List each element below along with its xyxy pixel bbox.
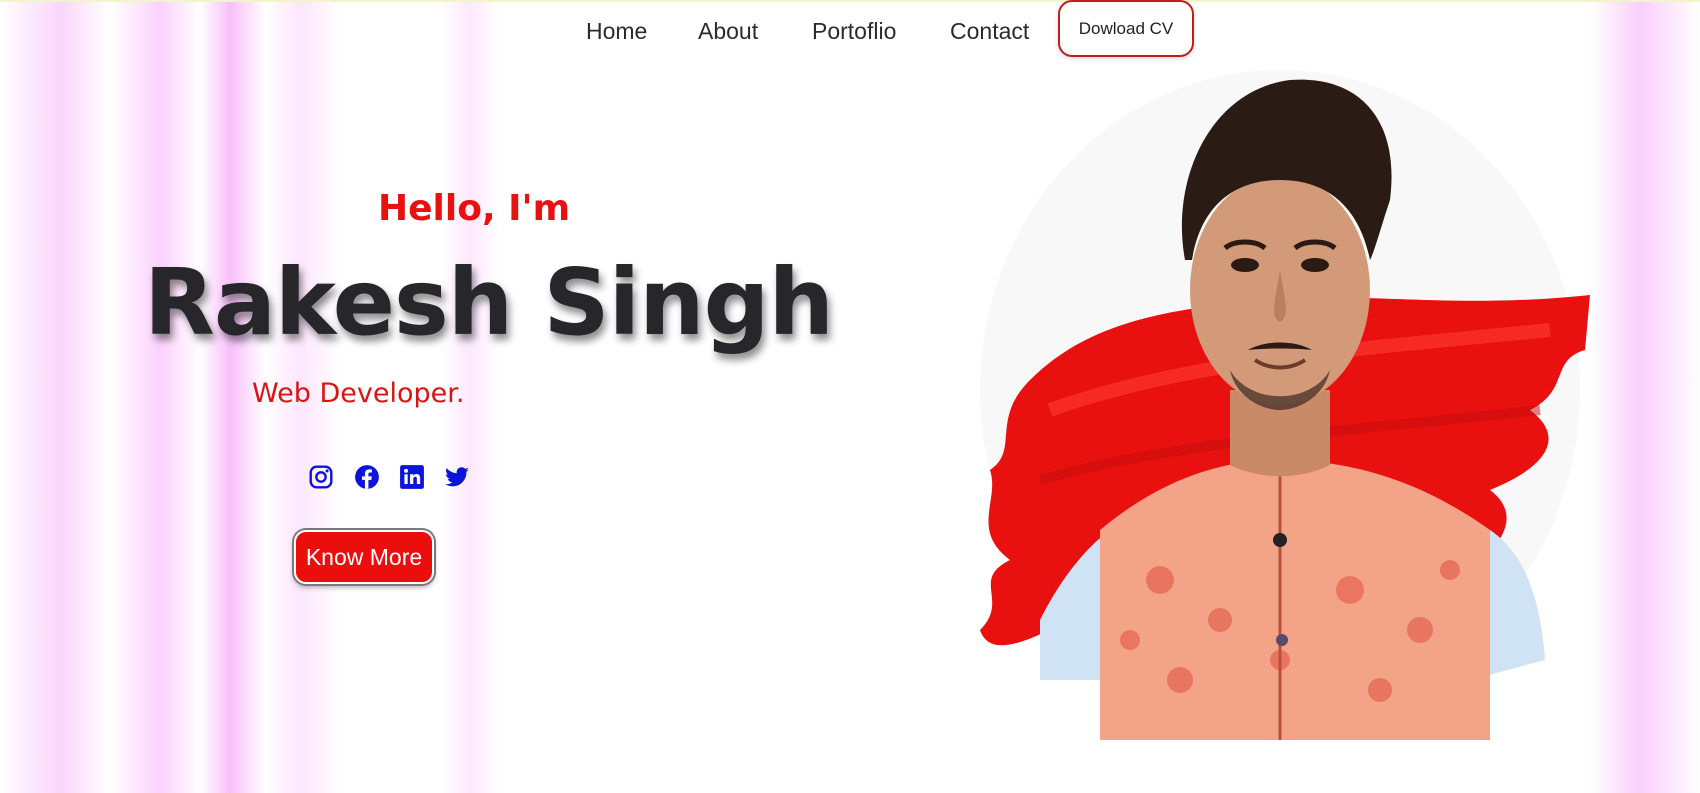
- profile-photo: [930, 60, 1630, 760]
- nav-home-link[interactable]: Home: [586, 16, 647, 46]
- nav-about-link[interactable]: About: [698, 16, 758, 46]
- hero-name: Rakesh Singh: [144, 249, 834, 356]
- instagram-icon[interactable]: [308, 464, 334, 490]
- linkedin-icon[interactable]: [399, 464, 425, 490]
- patterned-vest: [1100, 460, 1490, 740]
- hero-role: Web Developer.: [252, 378, 465, 409]
- twitter-icon[interactable]: [444, 464, 470, 490]
- download-cv-button[interactable]: Dowload CV: [1058, 0, 1194, 57]
- hero-greeting: Hello, I'm: [378, 188, 571, 229]
- nav-portfolio-link[interactable]: Portoflio: [812, 16, 896, 46]
- know-more-button[interactable]: Know More: [294, 530, 434, 584]
- facebook-icon[interactable]: [354, 464, 380, 490]
- nav-contact-link[interactable]: Contact: [950, 16, 1029, 46]
- top-navigation: Home About Portoflio Contact Dowload CV: [0, 0, 1700, 60]
